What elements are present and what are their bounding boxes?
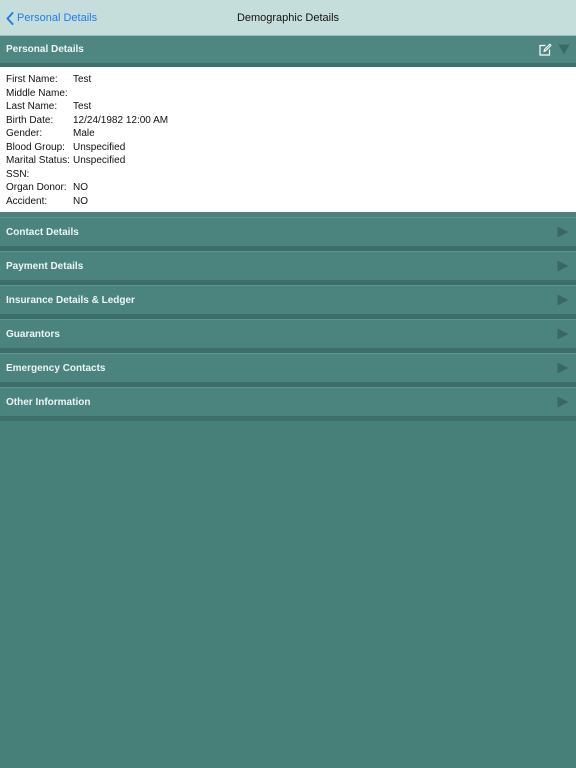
field-label: Last Name: — [6, 101, 58, 112]
field-label: Gender: — [6, 128, 43, 139]
section-payment-details[interactable]: Payment Details — [0, 251, 576, 285]
triangle-right-icon — [557, 362, 569, 374]
field-label: Middle Name: — [6, 87, 68, 99]
personal-details-header-label: Personal Details — [6, 44, 84, 55]
field-row-ssn: SSN: — [6, 168, 576, 182]
triangle-right-icon — [557, 294, 569, 306]
field-value: Test — [73, 74, 92, 85]
field-label: Marital Status: — [6, 155, 70, 166]
triangle-right-icon — [557, 226, 569, 238]
field-row-accident: Accident: NO — [6, 195, 576, 209]
field-row-marital-status: Marital Status: Unspecified — [6, 154, 576, 168]
triangle-right-icon — [557, 328, 569, 340]
section-label: Other Information — [6, 396, 91, 408]
field-value: Unspecified — [73, 155, 126, 166]
personal-details-panel: First Name: Test Middle Name: Last Name:… — [0, 67, 576, 217]
section-list: Contact Details Payment Details Insuranc… — [0, 217, 576, 421]
field-label: Organ Donor: — [6, 182, 67, 193]
section-other-information[interactable]: Other Information — [0, 387, 576, 421]
field-row-middle-name: Middle Name: — [6, 87, 576, 101]
triangle-right-icon — [557, 396, 569, 408]
section-emergency-contacts[interactable]: Emergency Contacts — [0, 353, 576, 387]
field-row-birth-date: Birth Date: 12/24/1982 12:00 AM — [6, 114, 576, 128]
triangle-down-icon[interactable] — [558, 44, 570, 55]
field-row-blood-group: Blood Group: Unspecified — [6, 141, 576, 155]
section-label: Insurance Details & Ledger — [6, 294, 135, 306]
field-row-last-name: Last Name: Test — [6, 100, 576, 114]
chevron-left-icon — [6, 11, 14, 25]
header-icons — [538, 36, 570, 63]
field-label: SSN: — [6, 168, 30, 180]
field-value: 12/24/1982 12:00 AM — [73, 114, 169, 126]
edit-icon[interactable] — [538, 43, 552, 57]
section-label: Payment Details — [6, 260, 84, 272]
field-row-organ-donor: Organ Donor: NO — [6, 181, 576, 195]
section-label: Contact Details — [6, 226, 79, 238]
section-contact-details[interactable]: Contact Details — [0, 217, 576, 251]
triangle-right-icon — [557, 260, 569, 272]
field-row-gender: Gender: Male — [6, 127, 576, 141]
field-value: Unspecified — [73, 141, 126, 153]
navigation-bar: Personal Details Demographic Details — [0, 0, 576, 36]
section-guarantors[interactable]: Guarantors — [0, 319, 576, 353]
field-row-first-name: First Name: Test — [6, 73, 576, 87]
section-label: Emergency Contacts — [6, 362, 106, 374]
personal-details-header[interactable]: Personal Details — [0, 36, 576, 67]
back-button[interactable]: Personal Details — [6, 0, 97, 36]
field-label: Birth Date: — [6, 114, 54, 126]
section-label: Guarantors — [6, 328, 60, 340]
field-label: Accident: — [6, 195, 48, 207]
field-value: Test — [73, 101, 92, 112]
back-button-label: Personal Details — [17, 12, 98, 24]
field-value: NO — [73, 195, 88, 207]
field-value: NO — [73, 182, 88, 193]
field-value: Male — [73, 128, 95, 139]
field-label: First Name: — [6, 74, 58, 85]
field-label: Blood Group: — [6, 141, 65, 153]
section-insurance-details-ledger[interactable]: Insurance Details & Ledger — [0, 285, 576, 319]
